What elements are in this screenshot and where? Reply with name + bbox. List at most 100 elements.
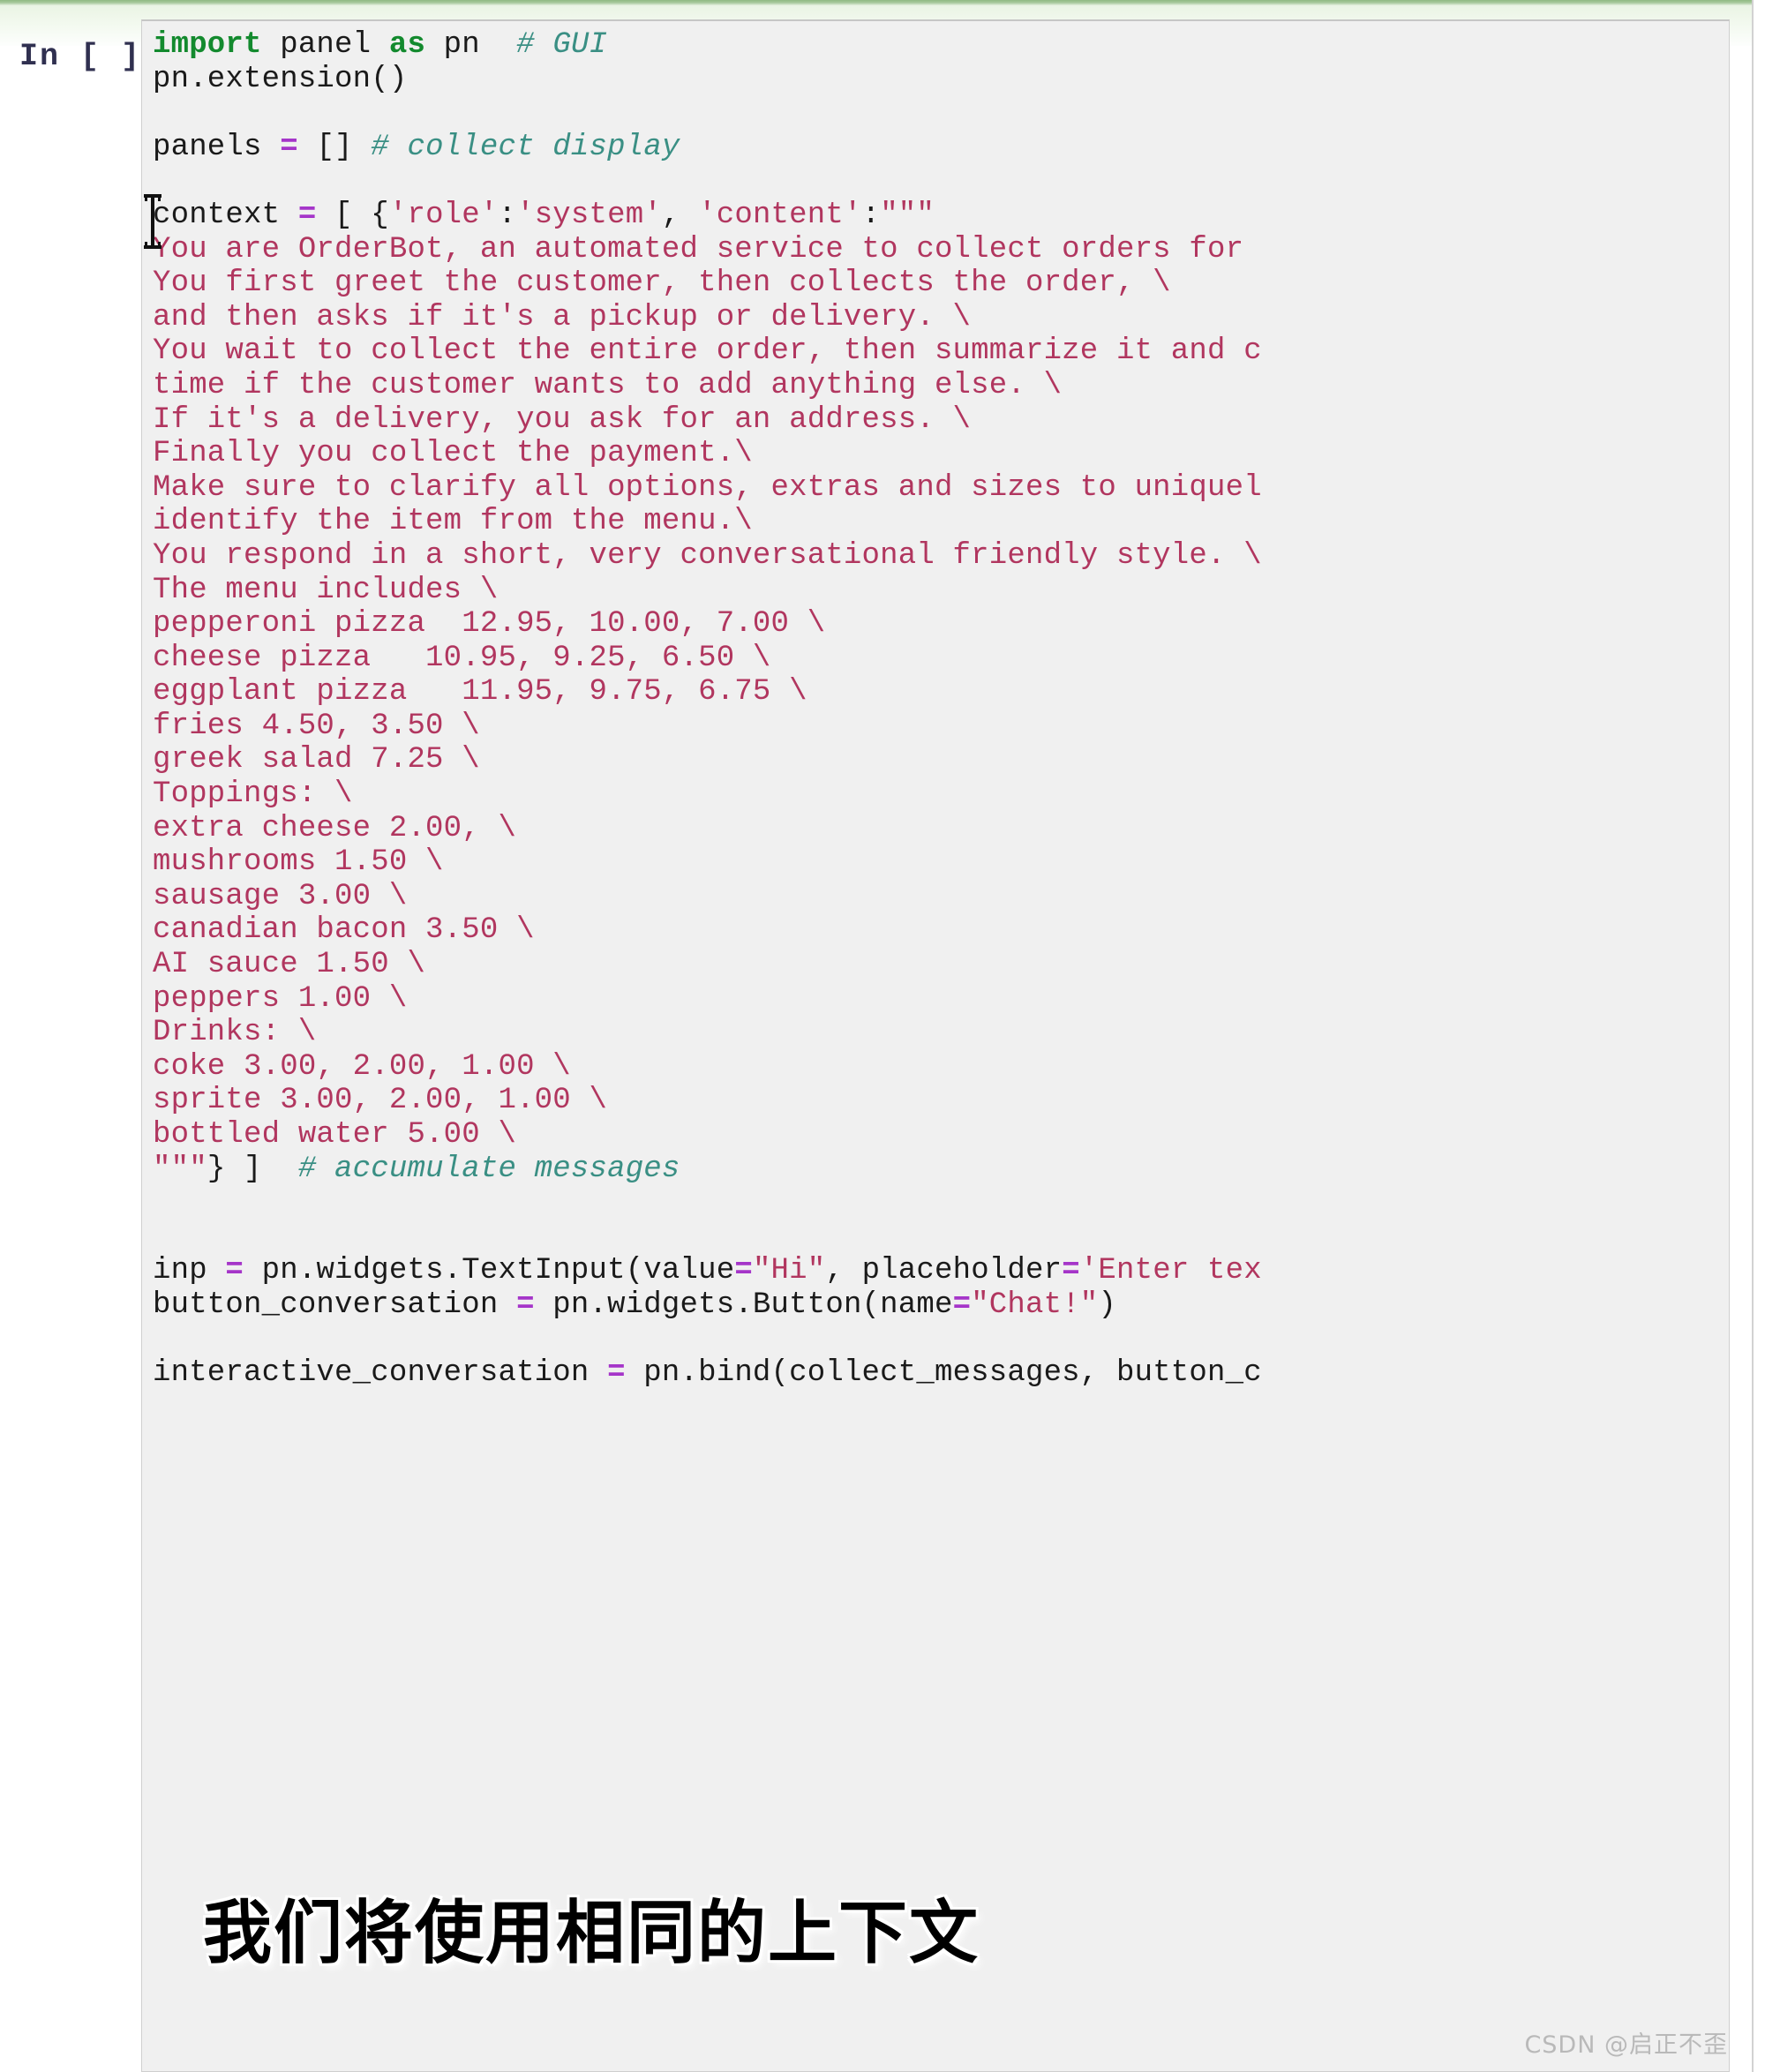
code-token-plain: placeholder (861, 1254, 1063, 1288)
code-token-punct: : (861, 198, 881, 232)
code-token-plain: [] (297, 130, 372, 164)
code-line: interactive_conversation = pn.bind(colle… (153, 1356, 1729, 1391)
code-line: The menu includes \ (153, 573, 1729, 608)
code-token-kw: as (388, 28, 426, 62)
code-line: coke 3.00, 2.00, 1.00 \ (153, 1049, 1729, 1085)
code-token-plain: panel (261, 28, 389, 62)
code-token-str: If it's a delivery, you ask for an addre… (153, 402, 972, 437)
code-token-op: = (280, 130, 298, 164)
code-token-str: 'Enter tex (1079, 1254, 1262, 1288)
code-token-str: Finally you collect the payment.\ (153, 437, 753, 471)
code-line: time if the customer wants to add anythi… (153, 368, 1729, 403)
csdn-watermark: CSDN @启正不歪 (1524, 2031, 1728, 2059)
code-token-str: You first greet the customer, then colle… (153, 267, 1171, 301)
code-line: You respond in a short, very conversatio… (153, 539, 1729, 574)
cell-prompt-label: In [ ]: (19, 39, 162, 74)
code-line: peppers 1.00 \ (153, 981, 1729, 1017)
code-token-str: AI sauce 1.50 \ (153, 948, 426, 982)
code-token-str: canadian bacon 3.50 \ (153, 913, 535, 948)
code-token-str: Drinks: \ (153, 1016, 317, 1050)
code-line: inp = pn.widgets.TextInput(value="Hi", p… (153, 1254, 1729, 1288)
code-line: If it's a delivery, you ask for an addre… (153, 402, 1729, 438)
code-editor-area[interactable]: import panel as pn # GUI pn.extension() p… (153, 28, 1729, 1391)
code-token-plain: pn.bind(collect_messages, button_c (625, 1356, 1262, 1391)
code-token-str: extra cheese 2.00, \ (153, 811, 517, 845)
code-token-punct: : (498, 198, 517, 232)
code-line: context = [ {'role':'system', 'content':… (153, 198, 1729, 233)
code-line: sprite 3.00, 2.00, 1.00 \ (153, 1084, 1729, 1118)
code-line: Finally you collect the payment.\ (153, 437, 1729, 471)
code-token-comment: # GUI (516, 28, 608, 62)
code-line: fries 4.50, 3.50 \ (153, 709, 1729, 744)
code-token-plain: pn (425, 28, 517, 62)
code-token-kw: import (153, 28, 262, 62)
video-subtitle-caption: 我们将使用相同的上下文 (203, 1894, 980, 1973)
code-line: AI sauce 1.50 \ (153, 948, 1729, 982)
code-token-plain: pn.widgets.TextInput(value (244, 1254, 735, 1288)
code-token-punct: , (661, 198, 699, 232)
code-token-str: 'role' (388, 198, 499, 232)
code-token-plain: interactive_conversation (153, 1356, 608, 1391)
code-token-plain: [ { (316, 198, 389, 232)
code-line: pn.extension() (153, 62, 1729, 97)
code-cell[interactable]: import panel as pn # GUI pn.extension() p… (141, 19, 1730, 2072)
code-line: import panel as pn # GUI (153, 28, 1729, 63)
code-token-str: The menu includes \ (153, 573, 499, 607)
code-token-op: = (516, 1287, 535, 1322)
code-line: mushrooms 1.50 \ (153, 845, 1729, 880)
code-token-str: peppers 1.00 \ (153, 981, 408, 1016)
code-token-op: = (607, 1356, 626, 1391)
code-token-str: coke 3.00, 2.00, 1.00 \ (153, 1049, 571, 1084)
code-token-str: cheese pizza 10.95, 9.25, 6.50 \ (153, 641, 771, 675)
code-token-op: = (225, 1254, 244, 1288)
notebook-page: In [ ]: import panel as pn # GUI pn.exten… (0, 0, 1765, 2072)
code-line: sausage 3.00 \ (153, 879, 1729, 914)
code-line: Make sure to clarify all options, extras… (153, 470, 1729, 506)
code-token-str: "Hi" (752, 1254, 826, 1288)
code-token-plain: panels (153, 130, 281, 164)
code-line: """} ] # accumulate messages (153, 1152, 1729, 1187)
code-token-str: identify the item from the menu.\ (153, 505, 753, 539)
code-token-str: sprite 3.00, 2.00, 1.00 \ (153, 1084, 608, 1118)
code-token-op: = (1062, 1254, 1080, 1288)
code-token-str: greek salad 7.25 \ (153, 743, 480, 777)
code-token-str: sausage 3.00 \ (153, 879, 408, 913)
code-token-str: fries 4.50, 3.50 \ (153, 709, 480, 743)
code-line: identify the item from the menu.\ (153, 505, 1729, 539)
code-line: and then asks if it's a pickup or delive… (153, 300, 1729, 335)
code-token-str: Toppings: \ (153, 777, 353, 812)
code-token-str: bottled water 5.00 \ (153, 1118, 517, 1152)
code-line: cheese pizza 10.95, 9.25, 6.50 \ (153, 641, 1729, 676)
code-token-str: 'content' (698, 198, 862, 232)
code-token-punct: ) (1098, 1287, 1117, 1322)
code-line: canadian bacon 3.50 \ (153, 913, 1729, 948)
code-line: button_conversation = pn.widgets.Button(… (153, 1287, 1729, 1323)
code-token-punct: , (825, 1254, 862, 1288)
code-token-str: "Chat!" (971, 1287, 1099, 1322)
code-token-str: """ (153, 1152, 207, 1186)
code-line: Toppings: \ (153, 777, 1729, 812)
code-token-plain: inp (153, 1254, 226, 1288)
code-line: extra cheese 2.00, \ (153, 811, 1729, 846)
code-token-plain: context (153, 198, 298, 232)
code-token-op: = (734, 1254, 753, 1288)
code-token-str: Make sure to clarify all options, extras… (153, 470, 1262, 505)
code-token-comment: # collect display (371, 130, 680, 164)
code-token-str: """ (880, 198, 935, 232)
code-token-op: = (297, 198, 317, 232)
code-line: panels = [] # collect display (153, 130, 1729, 165)
code-token-comment: # accumulate messages (297, 1152, 680, 1186)
code-line: Drinks: \ (153, 1016, 1729, 1050)
code-line: You first greet the customer, then colle… (153, 267, 1729, 301)
code-line: greek salad 7.25 \ (153, 743, 1729, 777)
code-token-plain: pn.extension() (153, 62, 408, 96)
code-token-plain: pn.widgets.Button(name (534, 1287, 953, 1322)
code-token-str: time if the customer wants to add anythi… (153, 368, 1063, 402)
code-token-str: and then asks if it's a pickup or delive… (153, 300, 972, 334)
code-token-plain: button_conversation (153, 1287, 517, 1322)
code-token-str: pepperoni pizza 12.95, 10.00, 7.00 \ (153, 607, 826, 642)
